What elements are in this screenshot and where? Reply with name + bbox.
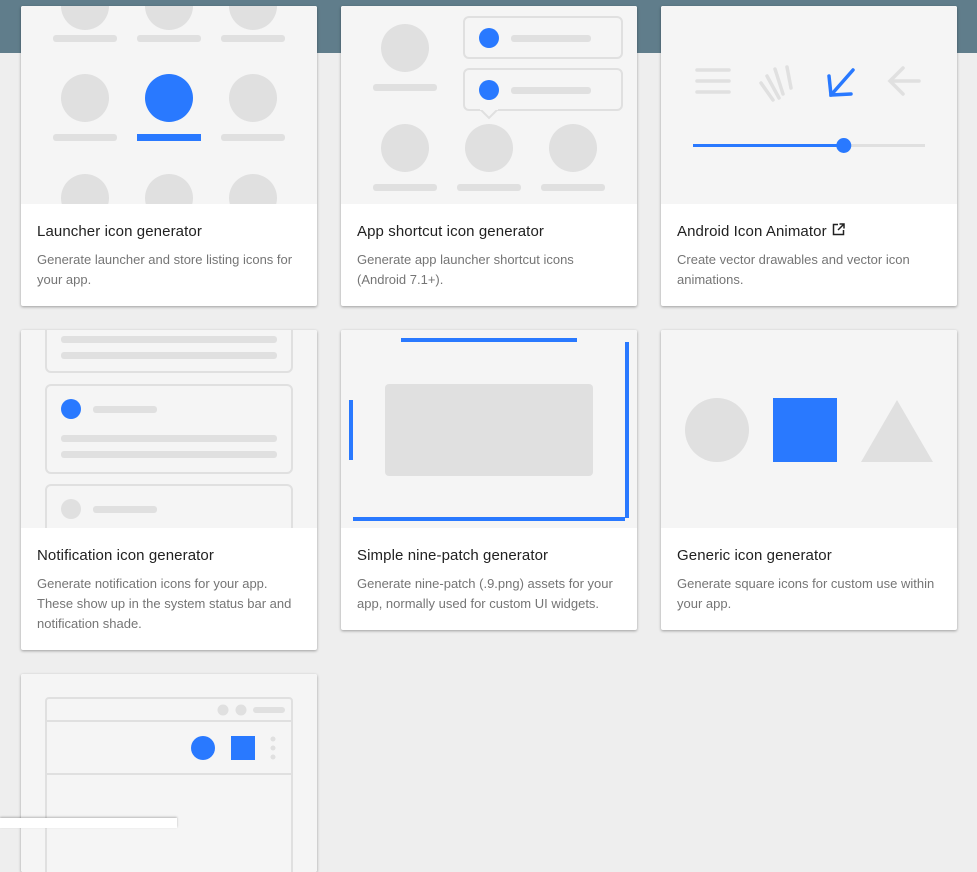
icon-animator-illustration <box>661 6 957 204</box>
card-notification-icon-generator[interactable]: Notification icon generator Generate not… <box>21 330 317 650</box>
generic-icon-illustration <box>661 330 957 528</box>
card-simple-nine-patch-generator[interactable]: Simple nine-patch generator Generate nin… <box>341 330 637 630</box>
card-action-bar-icon-generator[interactable] <box>21 674 317 872</box>
card-title: Notification icon generator <box>37 547 214 564</box>
app-shortcut-illustration <box>341 6 637 204</box>
notification-illustration <box>21 330 317 528</box>
card-description: Create vector drawables and vector icon … <box>677 252 910 287</box>
card-title: Android Icon Animator <box>677 223 941 241</box>
slider-fill <box>693 144 844 147</box>
card-description: Generate app launcher shortcut icons (An… <box>357 252 574 287</box>
card-description: Generate launcher and store listing icon… <box>37 252 293 287</box>
card-launcher-icon-generator[interactable]: Launcher icon generator Generate launche… <box>21 6 317 306</box>
launcher-illustration <box>21 6 317 204</box>
card-title: Launcher icon generator <box>37 223 202 240</box>
card-description: Generate nine-patch (.9.png) assets for … <box>357 576 613 611</box>
card-android-icon-animator[interactable]: Android Icon Animator Create vector draw… <box>661 6 957 306</box>
card-app-shortcut-icon-generator[interactable]: App shortcut icon generator Generate app… <box>341 6 637 306</box>
action-bar-illustration <box>21 674 317 872</box>
nine-patch-illustration <box>341 330 637 528</box>
card-title: Simple nine-patch generator <box>357 547 549 564</box>
card-description: Generate square icons for custom use wit… <box>677 576 935 611</box>
card-title: Generic icon generator <box>677 547 832 564</box>
open-in-new-icon <box>832 223 845 241</box>
card-generic-icon-generator[interactable]: Generic icon generator Generate square i… <box>661 330 957 630</box>
snackbar <box>0 818 177 828</box>
card-title: App shortcut icon generator <box>357 223 544 240</box>
slider-thumb <box>836 138 852 153</box>
card-title-text: Android Icon Animator <box>677 223 827 240</box>
card-description: Generate notification icons for your app… <box>37 576 292 631</box>
